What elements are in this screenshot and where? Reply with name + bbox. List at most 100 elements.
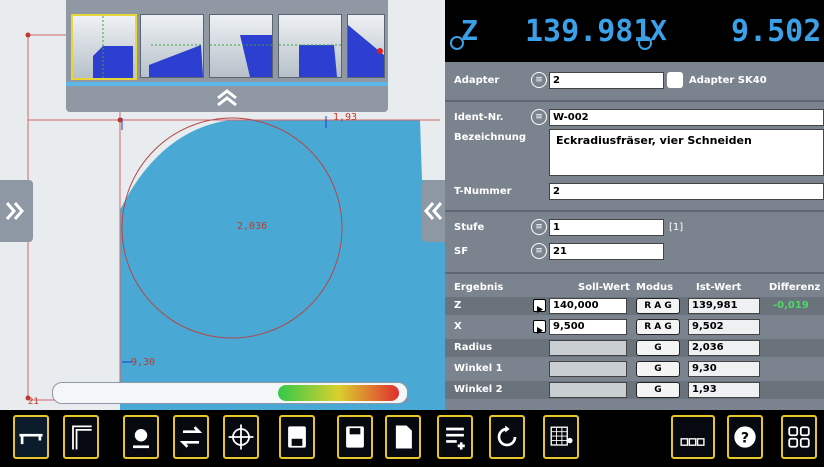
ident-label: Ident-Nr. bbox=[454, 112, 504, 123]
tnummer-input[interactable]: 2 bbox=[549, 183, 824, 200]
soll-input[interactable] bbox=[549, 361, 627, 377]
expand-right-button[interactable] bbox=[422, 180, 445, 242]
z-axis-label: Z bbox=[461, 14, 478, 47]
diff-value: -0,019 bbox=[773, 300, 809, 311]
stufe-count: [1] bbox=[669, 222, 684, 233]
dim-radius: 2,036 bbox=[237, 221, 268, 232]
list-icon[interactable]: ≡ bbox=[531, 72, 547, 88]
divider bbox=[445, 100, 824, 102]
position-readout: Z 139.981 X 9.502 bbox=[445, 0, 824, 62]
thumb-tool-shape-5[interactable] bbox=[347, 14, 385, 78]
thumb-tool-shape-3[interactable] bbox=[209, 14, 273, 78]
chevron-left-double-icon bbox=[424, 202, 443, 220]
mode-button[interactable]: G bbox=[636, 361, 680, 377]
dim-angle-left: 9,30 bbox=[131, 357, 156, 368]
mode-button[interactable]: R A G bbox=[636, 319, 680, 335]
refresh-button[interactable] bbox=[489, 415, 525, 459]
tnummer-label: T-Nummer bbox=[454, 186, 512, 197]
bezeichnung-label: Bezeichnung bbox=[454, 132, 526, 143]
windows-icon bbox=[788, 426, 810, 448]
svg-text:?: ? bbox=[741, 430, 749, 446]
row-label: X bbox=[454, 321, 462, 332]
soll-input[interactable] bbox=[549, 382, 627, 398]
play-icon[interactable] bbox=[533, 299, 546, 313]
bottom-toolbar: ? bbox=[0, 410, 824, 467]
soll-input[interactable] bbox=[549, 340, 627, 356]
dim-angle-top: 1,93 bbox=[333, 112, 358, 123]
caliper-button[interactable] bbox=[13, 415, 49, 459]
help-button[interactable]: ? bbox=[727, 415, 763, 459]
save-button[interactable] bbox=[337, 415, 373, 459]
tool-data-panel: Adapter ≡ 2 Adapter SK40 Ident-Nr. ≡ W-0… bbox=[445, 62, 824, 410]
soll-input[interactable]: 140,000 bbox=[549, 298, 627, 314]
sf-label: SF bbox=[454, 246, 469, 257]
ist-value: 9,502 bbox=[688, 319, 760, 335]
thumb-tool-shape-2[interactable] bbox=[140, 14, 204, 78]
table-row: Winkel 2 G 1,93 bbox=[445, 381, 824, 399]
dim-bottom-left: 21 bbox=[28, 397, 39, 407]
play-icon[interactable] bbox=[533, 320, 546, 334]
tool-shape-selector bbox=[66, 0, 388, 112]
spindle-icon bbox=[133, 429, 149, 449]
angle-tool-icon bbox=[72, 425, 92, 450]
list-icon[interactable]: ≡ bbox=[531, 219, 547, 235]
header-soll: Soll-Wert bbox=[578, 282, 630, 293]
thumb-tool-shape-1[interactable] bbox=[71, 14, 137, 80]
document-icon bbox=[395, 425, 412, 449]
swap-button[interactable] bbox=[173, 415, 209, 459]
more-icon bbox=[680, 438, 705, 446]
document-button[interactable] bbox=[385, 415, 421, 459]
list-icon[interactable]: ≡ bbox=[531, 109, 547, 125]
save-icon bbox=[346, 426, 364, 448]
row-label: Winkel 1 bbox=[454, 363, 503, 374]
crosshair-icon bbox=[228, 424, 254, 450]
stufe-label: Stufe bbox=[454, 222, 485, 233]
selector-scrollbar[interactable] bbox=[66, 82, 388, 86]
caliper-icon bbox=[19, 433, 43, 445]
refresh-icon bbox=[497, 425, 517, 447]
list-add-icon bbox=[446, 427, 465, 450]
ist-value: 139,981 bbox=[688, 298, 760, 314]
row-label: Radius bbox=[454, 342, 493, 353]
table-row: Winkel 1 G 9,30 bbox=[445, 360, 824, 378]
thumb-tool-shape-4[interactable] bbox=[278, 14, 342, 78]
expand-left-button[interactable] bbox=[0, 180, 33, 242]
grid-view-button[interactable] bbox=[543, 415, 579, 459]
x-axis-label: X bbox=[650, 14, 667, 47]
tool-view: 1,93 2,036 9,30 21 bbox=[0, 0, 445, 410]
row-label: Z bbox=[454, 300, 462, 311]
ident-input[interactable]: W-002 bbox=[549, 109, 824, 126]
more-button[interactable] bbox=[671, 415, 715, 459]
header-ergebnis: Ergebnis bbox=[454, 282, 504, 293]
measurement-progress-bar bbox=[52, 382, 408, 404]
stufe-select[interactable]: 1 bbox=[549, 219, 664, 236]
list-icon[interactable]: ≡ bbox=[531, 243, 547, 259]
angle-tool-button[interactable] bbox=[63, 415, 99, 459]
header-differenz: Differenz bbox=[769, 282, 821, 293]
tool-profile bbox=[120, 120, 445, 410]
collapse-up-icon[interactable] bbox=[215, 88, 239, 108]
mode-button[interactable]: G bbox=[636, 340, 680, 356]
spindle-button[interactable] bbox=[123, 415, 159, 459]
x-axis-value: 9.502 bbox=[731, 14, 822, 49]
adapter-icon bbox=[667, 72, 683, 88]
windows-button[interactable] bbox=[781, 415, 817, 459]
save-to-device-button[interactable] bbox=[279, 415, 315, 459]
table-row: X 9,500 R A G 9,502 bbox=[445, 318, 824, 336]
header-modus: Modus bbox=[636, 282, 674, 293]
soll-input[interactable]: 9,500 bbox=[549, 319, 627, 335]
bezeichnung-input[interactable]: Eckradiusfräser, vier Schneiden bbox=[549, 129, 824, 176]
list-add-button[interactable] bbox=[437, 415, 473, 459]
crosshair-button[interactable] bbox=[223, 415, 259, 459]
table-row: Z 140,000 R A G 139,981 -0,019 bbox=[445, 297, 824, 315]
mode-button[interactable]: R A G bbox=[636, 298, 680, 314]
row-label: Winkel 2 bbox=[454, 384, 503, 395]
sf-select[interactable]: 21 bbox=[549, 243, 664, 260]
mode-button[interactable]: G bbox=[636, 382, 680, 398]
divider bbox=[445, 272, 824, 274]
progress-fill bbox=[278, 385, 399, 401]
swap-icon bbox=[179, 426, 203, 448]
adapter-label: Adapter bbox=[454, 75, 500, 86]
adapter-name: Adapter SK40 bbox=[689, 75, 767, 86]
adapter-select[interactable]: 2 bbox=[549, 72, 664, 89]
